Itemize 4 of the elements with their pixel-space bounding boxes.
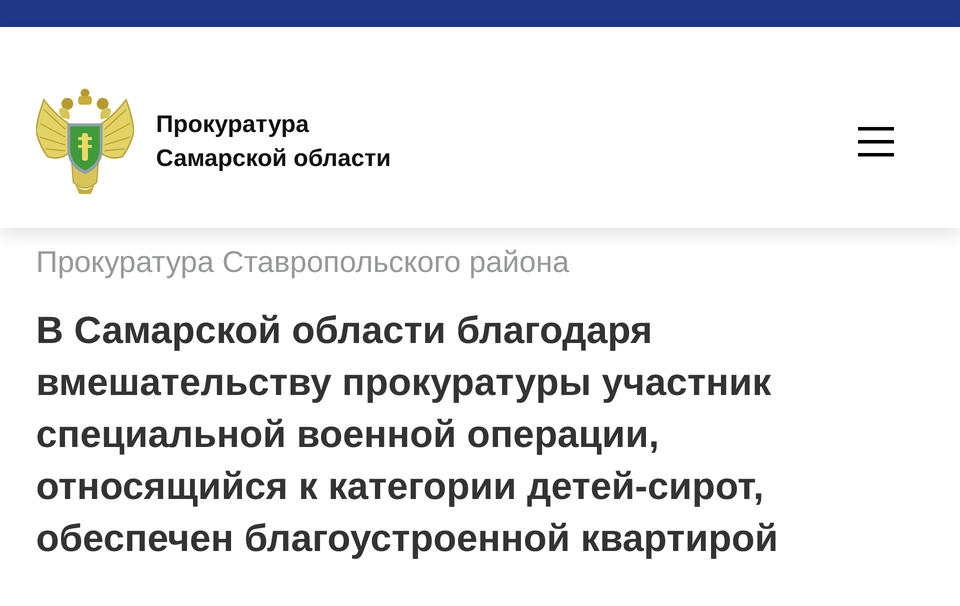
eagle-emblem-icon xyxy=(36,88,134,196)
site-name[interactable]: Прокуратура Самарской области xyxy=(156,108,426,176)
menu-icon xyxy=(858,126,894,156)
article-title: В Самарской области благодаря вмешательству прокуратуры участник специальной военной операции, относящийся к категории детей-сирот, обеспечен благоустроенной квартирой xyxy=(36,309,780,562)
